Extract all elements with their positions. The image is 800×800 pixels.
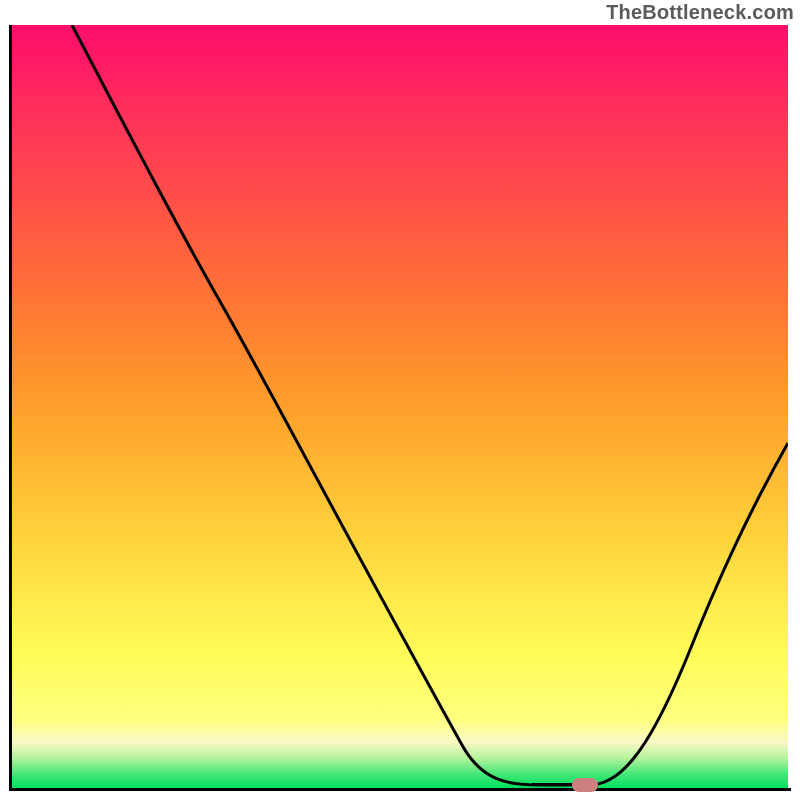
watermark-text: TheBottleneck.com xyxy=(606,2,794,25)
optimal-marker xyxy=(572,778,598,792)
bottleneck-curve xyxy=(12,25,788,788)
chart-container: TheBottleneck.com xyxy=(0,0,800,800)
x-axis-line xyxy=(9,788,791,791)
curve-path xyxy=(72,25,788,785)
